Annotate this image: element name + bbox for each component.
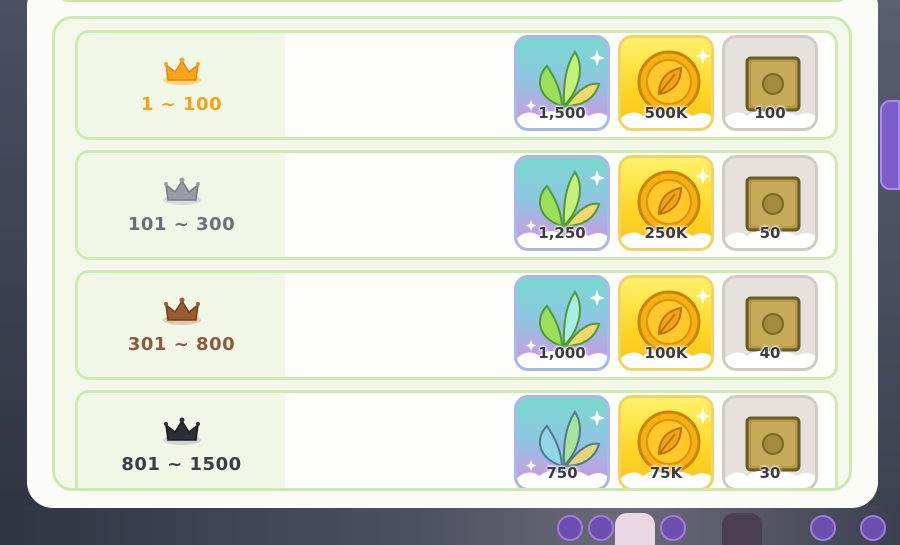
purple-swirl-icon: [660, 515, 686, 541]
rank-cell: 301 ~ 800: [78, 273, 285, 377]
stone-tablet-reward[interactable]: 50: [722, 155, 818, 251]
coin-reward[interactable]: 75K: [618, 395, 714, 488]
reward-row-tier-1: 1 ~ 100 1,500 500K 100: [75, 30, 838, 140]
reward-amount: 1,000: [538, 344, 586, 362]
rank-range-label: 1 ~ 100: [140, 93, 223, 115]
crystal-seed-reward[interactable]: 1,000: [514, 275, 610, 371]
reward-row-tier-3: 301 ~ 800 1,000 100K 40: [75, 270, 838, 380]
crystal-seed-reward[interactable]: 1,500: [514, 35, 610, 131]
bronze-crown-icon: [162, 297, 201, 325]
previous-row-edge: [58, 0, 848, 2]
stone-tablet-reward[interactable]: 40: [722, 275, 818, 371]
purple-swirl-icon: [810, 515, 836, 541]
crystal-seed-reward[interactable]: 1,250: [514, 155, 610, 251]
black-crown-icon: [162, 417, 201, 445]
rank-range-label: 801 ~ 1500: [121, 453, 242, 475]
purple-swirl-icon: [860, 515, 886, 541]
reward-amount: 1,250: [538, 224, 586, 242]
reward-amount: 750: [546, 464, 578, 482]
reward-amount: 250K: [644, 224, 688, 242]
rank-reward-list[interactable]: 1 ~ 100 1,500 500K 100 101 ~ 300 1,250 2…: [52, 16, 852, 491]
crystal-seed-reward[interactable]: 750: [514, 395, 610, 488]
reward-row-tier-2: 101 ~ 300 1,250 250K 50: [75, 150, 838, 260]
purple-swirl-icon: [557, 515, 583, 541]
rank-range-label: 301 ~ 800: [127, 333, 236, 355]
reward-amount: 500K: [644, 104, 688, 122]
reward-amount: 50: [759, 224, 781, 242]
character-portrait: [722, 513, 762, 545]
rank-cell: 801 ~ 1500: [78, 393, 285, 488]
silver-crown-icon: [162, 177, 201, 205]
reward-amount: 1,500: [538, 104, 586, 122]
coin-reward[interactable]: 100K: [618, 275, 714, 371]
reward-amount: 40: [759, 344, 781, 362]
stone-tablet-reward[interactable]: 100: [722, 35, 818, 131]
side-character-hint: [880, 100, 900, 190]
background-bottom-bar: [0, 505, 900, 545]
stone-tablet-reward[interactable]: 30: [722, 395, 818, 488]
coin-reward[interactable]: 250K: [618, 155, 714, 251]
reward-amount: 100K: [644, 344, 688, 362]
rank-range-label: 101 ~ 300: [127, 213, 236, 235]
rank-cell: 101 ~ 300: [78, 153, 285, 257]
reward-amount: 100: [754, 104, 786, 122]
coin-reward[interactable]: 500K: [618, 35, 714, 131]
character-portrait: [615, 513, 655, 545]
purple-swirl-icon: [588, 515, 614, 541]
gold-crown-icon: [162, 57, 201, 85]
reward-amount: 75K: [649, 464, 683, 482]
reward-amount: 30: [759, 464, 781, 482]
rank-cell: 1 ~ 100: [78, 33, 285, 137]
reward-row-tier-4: 801 ~ 1500 750 75K 30: [75, 390, 838, 488]
